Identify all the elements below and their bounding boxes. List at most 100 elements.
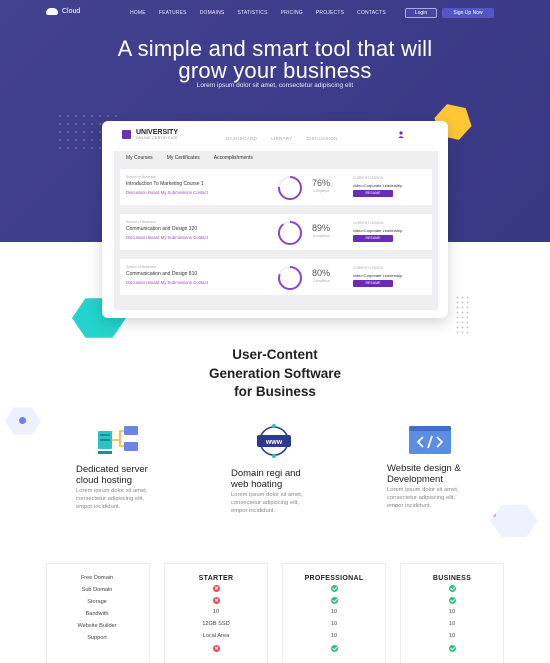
nav-link-statistics[interactable]: STATISTICS [237,10,267,16]
pricing-row-label: Support [87,635,107,641]
tab-my-certificates[interactable]: My Certificates [167,155,200,161]
pricing-row-label: Bandwith [85,611,109,617]
check-icon [330,585,338,592]
feature-text: Lorem ipsum dolor sit amet, consectetur … [387,486,507,510]
user-icon[interactable] [398,131,404,138]
pricing-cell-icon [165,585,267,592]
course-card: School of Business Communication and Des… [120,259,432,295]
university-subtitle: ONLINE CERTIFICATE [136,136,179,140]
section-title: User-Content Generation Software for Bus… [0,346,550,402]
pricing-cell-icon [401,597,503,604]
feature-text-line-3: empor incididunt. [231,508,276,514]
dashboard-nav-dashboard[interactable]: DASHBOARD [226,136,257,141]
resume-button[interactable]: RESUME [353,190,393,197]
feature-text-line-2: consectetur adipiscing elit, [387,495,455,501]
pricing-cell-icon [283,585,385,592]
progress-percent: 80% [312,268,331,278]
cloud-icon [46,8,58,15]
nav-link-pricing[interactable]: PRICING [281,10,303,16]
signup-button[interactable]: Sign Up Now [442,8,494,18]
progress-label: Completion [313,279,330,283]
tab-accomplishments[interactable]: Accomplishments [214,155,253,161]
pricing-cell-value: 10 [330,609,338,615]
course-links[interactable]: Discussion Board My Submissions Contact [126,190,208,195]
nav-link-projects[interactable]: PROJECTS [316,10,344,16]
course-category: School of Business [126,220,156,224]
pricing-cell-icon [401,585,503,592]
feature-title-line-1: Website design & [387,463,461,474]
nav-link-contacts[interactable]: CONTACTS [357,10,386,16]
hero-subtitle: Lorem ipsum dolor sit amet, consectetur … [196,82,354,89]
cross-icon [212,645,220,652]
pricing-cell-value: 10 [448,609,456,615]
current-lesson-value: video:Corporate Leadership [353,183,403,188]
pricing-row-label: Website Builder [77,623,117,629]
progress-percent: 89% [312,223,331,233]
university-logo: UNIVERSITY ONLINE CERTIFICATE [122,129,178,140]
progress-label: Completion [313,234,330,238]
feature-text-line-2: consectetur adipiscing elit, [231,500,299,506]
course-links[interactable]: Discussion Board My Submissions Contact [126,280,208,285]
course-title[interactable]: Communication and Design 320 [126,226,197,232]
blue-hexagon-decoration [5,407,41,435]
pricing-plan-starter[interactable]: STARTER 10 12GB SSD Local Area [164,563,268,663]
nav-link-features[interactable]: FEATURES [159,10,187,16]
course-links[interactable]: Discussion Board My Submissions Contact [126,235,208,240]
pricing-plan-professional[interactable]: PROFESSIONAL 10 10 10 [282,563,386,663]
course-list: School of Business Introduction To Marke… [114,164,438,310]
course-title[interactable]: Introduction To Marketing Course 1 [126,181,204,187]
feature-text: Lorem ipsum dolor sit amet, consectetur … [76,487,196,511]
pricing-cell-value: 10 [448,621,456,627]
dashboard-nav-discussion[interactable]: DISCUSSION [307,136,338,141]
nav-link-home[interactable]: HOME [130,10,146,16]
tab-my-courses[interactable]: My Courses [126,155,153,161]
progress-label: Completion [313,189,330,193]
course-title[interactable]: Communication and Design 810 [126,271,197,277]
pricing-cell-icon [283,597,385,604]
pricing-row-label: Storage [87,599,107,605]
course-category: School of Business [126,175,156,179]
feature-title: Website design & Development [387,463,507,485]
feature-text-line-3: empor incididunt. [387,503,432,509]
resume-button[interactable]: RESUME [353,280,393,287]
pricing-plan-business[interactable]: BUSINESS 10 10 10 [400,563,504,663]
nav-links: HOME FEATURES DOMAINS STATISTICS PRICING… [130,10,399,16]
pricing-row-label: Free Domain [80,575,114,581]
university-icon [122,130,131,139]
cross-icon [212,585,220,592]
feature-text-line-1: Lorem ipsum dolor sit amet, [231,492,303,498]
check-icon [448,585,456,592]
progress-ring [278,221,302,245]
pricing-cell-value: Local Area [202,633,230,639]
pricing-cell-icon [283,645,385,652]
nav-link-domains[interactable]: DOMAINS [200,10,225,16]
feature-text-line-2: consectetur adipiscing elit, [76,496,144,502]
feature-title: Domain regi and web hoating [231,468,351,490]
hero-title: A simple and smart tool that will grow y… [0,38,550,82]
login-button[interactable]: Login [405,8,437,18]
dashboard-nav-library[interactable]: LIBRARY [271,136,292,141]
resume-button[interactable]: RESUME [353,235,393,242]
pricing-cell-icon [401,645,503,652]
progress-percent: 76% [312,178,331,188]
section-title-line-2: Generation Software [208,365,342,381]
brand-logo[interactable]: Cloud [46,8,80,15]
feature-title-line-1: Domain regi and [231,468,301,479]
www-globe-icon: www [257,424,291,458]
pricing-cell-icon [165,597,267,604]
hero-title-line-2: grow your business [178,58,372,83]
feature-title-line-2: Development [387,474,443,485]
feature-title-line-1: Dedicated server [76,464,148,475]
pricing-cell-value: 12GB SSD [202,621,230,627]
course-tabs: My Courses My Certificates Accomplishmen… [114,151,438,164]
current-lesson-label: CURRENT LESSON [353,176,384,180]
hero-title-line-1: A simple and smart tool that will [117,36,433,61]
current-lesson-label: CURRENT LESSON [353,266,384,270]
current-lesson-value: video:Corporate Leadership [353,273,403,278]
pricing-cell-icon [165,645,267,652]
feature-title-line-2: web hoating [231,479,283,490]
pricing-cell-value: 10 [330,621,338,627]
feature-title-line-2: cloud hosting [76,475,132,486]
pricing-features-column: Free Domain Sub Domain Storage Bandwith … [46,563,150,663]
code-window-icon [409,426,451,454]
